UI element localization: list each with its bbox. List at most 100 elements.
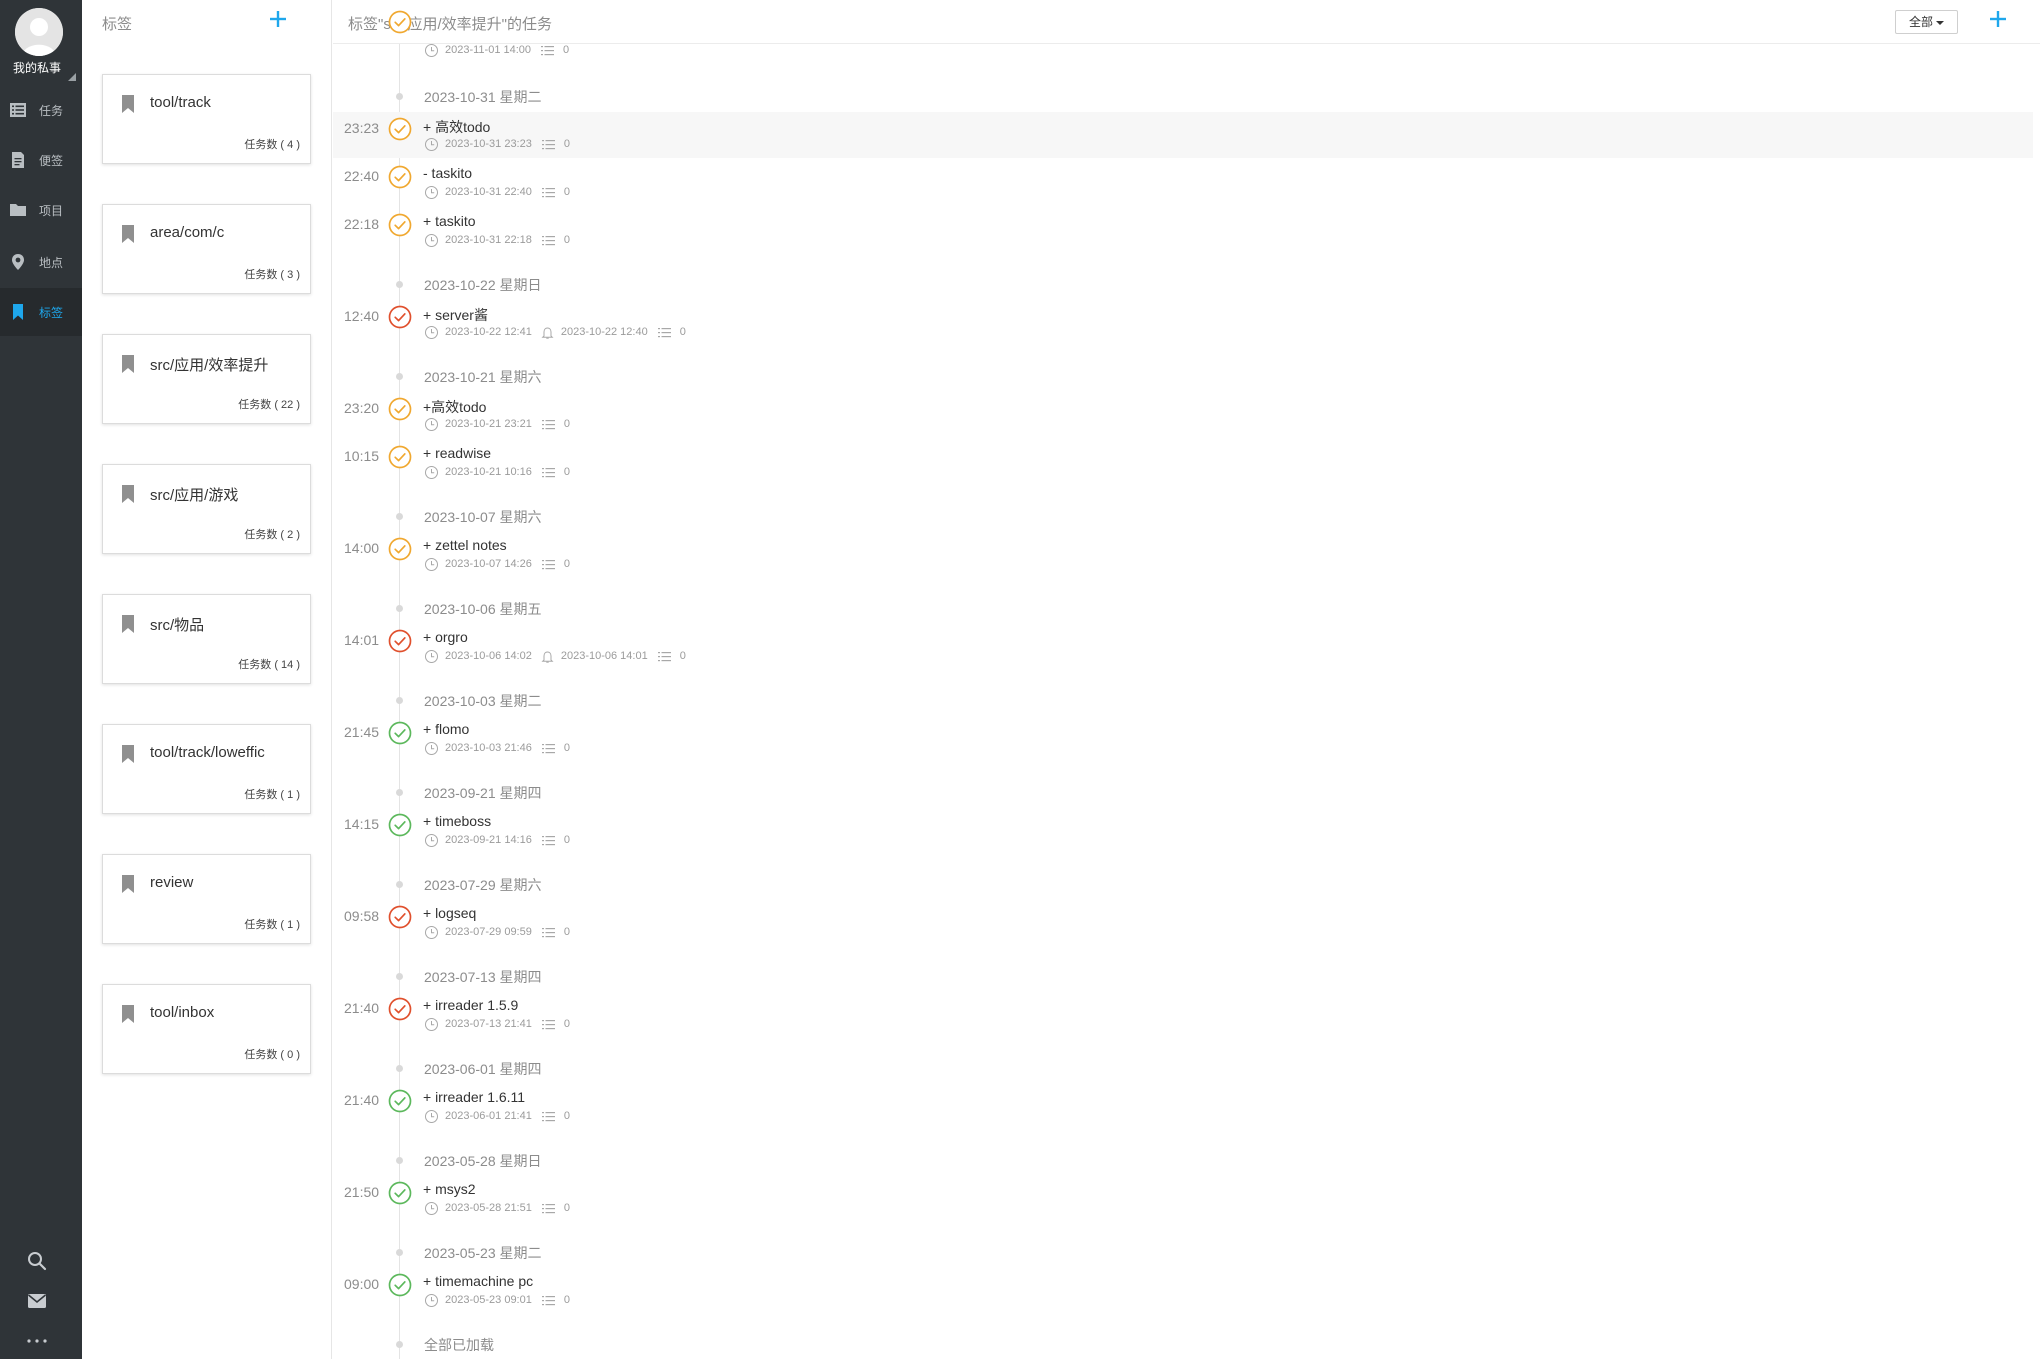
- tag-card[interactable]: src/物品 任务数 ( 14 ): [102, 594, 311, 684]
- tag-card[interactable]: tool/track 任务数 ( 4 ): [102, 74, 311, 164]
- more-icon[interactable]: [26, 1330, 48, 1352]
- tag-card[interactable]: tool/track/loweffic 任务数 ( 1 ): [102, 724, 311, 814]
- task-row[interactable]: 21:50 + msys2 2023-05-28 21:51 0: [333, 1176, 2033, 1222]
- date-dot: [396, 697, 403, 704]
- task-title[interactable]: + irreader 1.5.9: [423, 997, 518, 1013]
- tag-name: area/com/c: [150, 224, 225, 241]
- task-row-partial[interactable]: 2023-11-01 14:00 0: [333, 10, 2033, 64]
- task-title[interactable]: +高效todo: [423, 397, 486, 417]
- task-time: 23:23: [344, 120, 380, 136]
- task-created-time: 2023-10-31 22:40: [445, 186, 532, 198]
- nav-item-location-pin[interactable]: 地点: [0, 238, 82, 286]
- task-meta: 2023-10-06 14:02 2023-10-06 14:01 0: [424, 648, 686, 664]
- task-check-icon[interactable]: [388, 813, 412, 837]
- bell-icon: [541, 650, 554, 663]
- nav-item-list[interactable]: 任务: [0, 86, 82, 134]
- task-title[interactable]: + orgro: [423, 629, 468, 645]
- task-row[interactable]: 14:01 + orgro 2023-10-06 14:02 2023-10-06 1…: [333, 624, 2033, 670]
- subtask-list-icon: [541, 1295, 555, 1305]
- subtask-list-icon: [541, 927, 555, 937]
- date-dot: [396, 281, 403, 288]
- task-check-icon[interactable]: [388, 117, 412, 141]
- clock-icon: [425, 185, 438, 199]
- task-check-icon[interactable]: [388, 537, 412, 561]
- subtask-count: 0: [563, 138, 570, 150]
- task-title[interactable]: + timemachine pc: [423, 1273, 533, 1289]
- date-header: 2023-05-23 星期二: [424, 1245, 542, 1261]
- task-check-icon[interactable]: [388, 213, 412, 237]
- subtask-count: 0: [563, 418, 570, 430]
- nav-item-bookmark[interactable]: 标签: [0, 288, 82, 336]
- task-row[interactable]: 21:40 + irreader 1.5.9 2023-07-13 21:41 0: [333, 992, 2033, 1038]
- nav-item-note[interactable]: 便签: [0, 136, 82, 184]
- task-title[interactable]: + readwise: [423, 445, 491, 461]
- tag-card[interactable]: tool/inbox 任务数 ( 0 ): [102, 984, 311, 1074]
- task-title[interactable]: + timeboss: [423, 813, 491, 829]
- date-dot: [396, 789, 403, 796]
- task-row[interactable]: 21:40 + irreader 1.6.11 2023-06-01 21:41 0: [333, 1084, 2033, 1130]
- avatar[interactable]: [15, 8, 63, 56]
- subtask-list-icon: [657, 651, 671, 661]
- task-created-time: 2023-10-21 10:16: [445, 466, 532, 478]
- task-check-icon[interactable]: [388, 1273, 412, 1297]
- task-title[interactable]: - taskito: [423, 165, 472, 181]
- clock-icon: [425, 325, 438, 339]
- task-title[interactable]: + taskito: [423, 213, 476, 229]
- task-row[interactable]: 22:40 - taskito 2023-10-31 22:40 0: [333, 160, 2033, 206]
- nav-item-folder[interactable]: 项目: [0, 186, 82, 234]
- task-row[interactable]: 21:45 + flomo 2023-10-03 21:46 0: [333, 716, 2033, 762]
- task-row[interactable]: 09:00 + timemachine pc 2023-05-23 09:01 0: [333, 1268, 2033, 1314]
- user-menu-corner-icon[interactable]: [68, 73, 76, 81]
- task-row[interactable]: 10:15 + readwise 2023-10-21 10:16 0: [333, 440, 2033, 486]
- task-check-icon[interactable]: [388, 305, 412, 329]
- search-icon[interactable]: [26, 1250, 48, 1272]
- bookmark-icon: [122, 615, 134, 633]
- task-title[interactable]: + flomo: [423, 721, 469, 737]
- task-check-icon[interactable]: [388, 165, 412, 189]
- subtask-list-icon: [541, 835, 555, 845]
- task-check-icon[interactable]: [388, 10, 412, 34]
- task-title[interactable]: + server酱: [423, 305, 488, 325]
- task-row[interactable]: 14:15 + timeboss 2023-09-21 14:16 0: [333, 808, 2033, 854]
- task-row[interactable]: 22:18 + taskito 2023-10-31 22:18 0: [333, 208, 2033, 254]
- tag-card[interactable]: src/应用/游戏 任务数 ( 2 ): [102, 464, 311, 554]
- subtask-count: 0: [563, 1294, 570, 1306]
- tag-task-count: 任务数 ( 14 ): [238, 659, 300, 671]
- task-created-time: 2023-05-23 09:01: [445, 1294, 532, 1306]
- add-tag-button[interactable]: [267, 8, 289, 30]
- tag-name: tool/inbox: [150, 1004, 215, 1021]
- user-avatar-icon: [15, 8, 63, 56]
- tag-name: tool/track: [150, 94, 211, 111]
- task-check-icon[interactable]: [388, 445, 412, 469]
- task-row[interactable]: 12:40 + server酱 2023-10-22 12:41 2023-10-22…: [333, 300, 2033, 346]
- task-title[interactable]: + zettel notes: [423, 537, 507, 553]
- task-title[interactable]: + msys2: [423, 1181, 476, 1197]
- task-reminder-time: 2023-10-06 14:01: [560, 650, 648, 662]
- tag-card[interactable]: src/应用/效率提升 任务数 ( 22 ): [102, 334, 311, 424]
- tag-card[interactable]: area/com/c 任务数 ( 3 ): [102, 204, 311, 294]
- list-icon: [10, 103, 26, 117]
- tag-card[interactable]: review 任务数 ( 1 ): [102, 854, 311, 944]
- task-check-icon[interactable]: [388, 997, 412, 1021]
- date-header: 2023-10-07 星期六: [424, 509, 542, 525]
- task-check-icon[interactable]: [388, 1089, 412, 1113]
- task-row[interactable]: 23:23 + 高效todo 2023-10-31 23:23 0: [333, 112, 2033, 158]
- task-title[interactable]: + logseq: [423, 905, 476, 921]
- subtask-count: 0: [563, 44, 570, 56]
- mail-icon[interactable]: [26, 1290, 48, 1312]
- task-row[interactable]: 23:20 +高效todo 2023-10-21 23:21 0: [333, 392, 2033, 438]
- task-check-icon[interactable]: [388, 721, 412, 745]
- tag-name: src/应用/游戏: [150, 487, 239, 504]
- bookmark-icon: [122, 485, 134, 503]
- tag-name: review: [150, 874, 194, 891]
- date-header: 2023-10-03 星期二: [424, 693, 542, 709]
- task-row[interactable]: 14:00 + zettel notes 2023-10-07 14:26 0: [333, 532, 2033, 578]
- tag-panel-title: 标签: [102, 16, 133, 33]
- task-row[interactable]: 09:58 + logseq 2023-07-29 09:59 0: [333, 900, 2033, 946]
- task-check-icon[interactable]: [388, 397, 412, 421]
- task-title[interactable]: + 高效todo: [423, 117, 490, 137]
- task-check-icon[interactable]: [388, 1181, 412, 1205]
- task-check-icon[interactable]: [388, 905, 412, 929]
- task-title[interactable]: + irreader 1.6.11: [423, 1089, 525, 1105]
- task-check-icon[interactable]: [388, 629, 412, 653]
